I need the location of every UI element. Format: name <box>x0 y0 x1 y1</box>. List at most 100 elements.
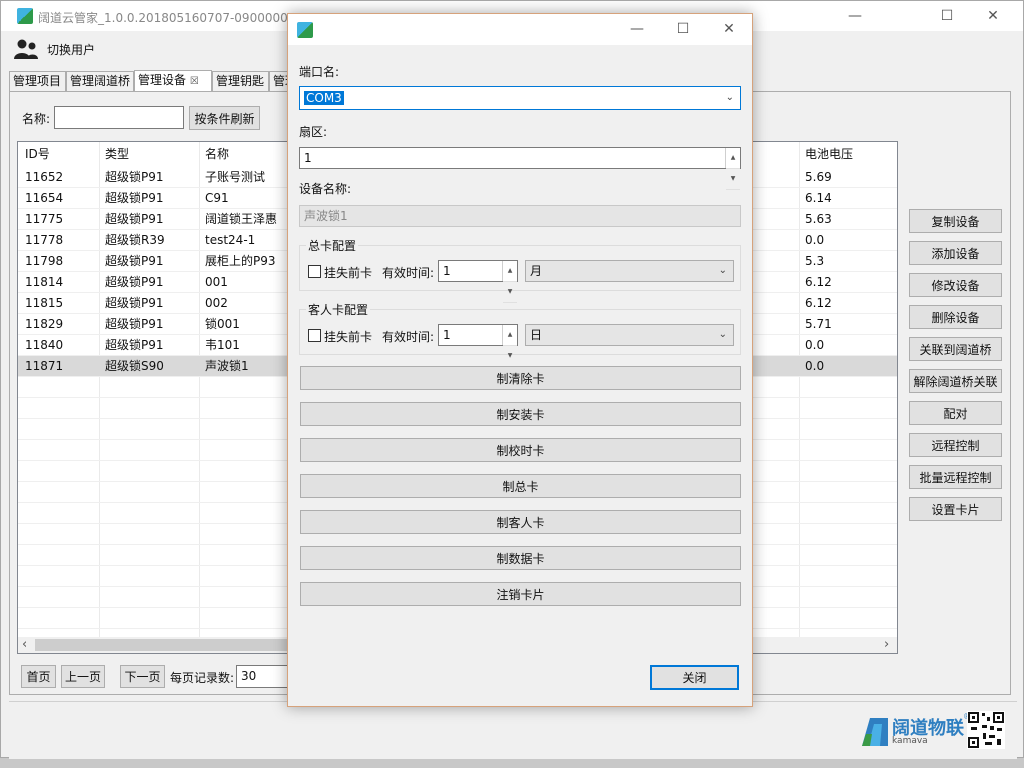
table-cell-voltage[interactable]: 5.69 <box>805 167 832 188</box>
table-cell-name[interactable]: 002 <box>205 293 228 314</box>
table-cell-type[interactable]: 超级锁P91 <box>105 251 164 272</box>
tab-manage-keys[interactable]: 管理钥匙 <box>212 71 269 92</box>
table-cell-name[interactable]: 阔道锁王泽惠 <box>205 209 277 230</box>
table-cell-id[interactable]: 11778 <box>25 230 63 251</box>
tab-manage-bridges[interactable]: 管理阔道桥 <box>66 71 134 92</box>
scroll-left-icon[interactable]: ‹ <box>22 637 27 653</box>
sector-spinner[interactable]: 1 ▲ ▼ <box>299 147 741 190</box>
scroll-right-icon[interactable]: › <box>884 637 889 653</box>
master-report-loss-checkbox[interactable] <box>308 265 321 278</box>
dialog-maximize-button[interactable]: ☐ <box>660 14 706 44</box>
side-action-button[interactable]: 删除设备 <box>909 305 1002 329</box>
maximize-button[interactable]: ☐ <box>924 1 970 31</box>
make-card-button[interactable]: 制总卡 <box>300 474 741 498</box>
table-cell-name[interactable]: C91 <box>205 188 229 209</box>
side-action-button[interactable]: 修改设备 <box>909 273 1002 297</box>
table-cell-type[interactable]: 超级锁P91 <box>105 167 164 188</box>
table-cell-voltage[interactable]: 5.63 <box>805 209 832 230</box>
column-header-voltage[interactable]: 电池电压 <box>805 144 853 165</box>
dialog-close-action-button[interactable]: 关闭 <box>650 665 739 690</box>
first-page-button[interactable]: 首页 <box>21 665 56 688</box>
make-card-button[interactable]: 制校时卡 <box>300 438 741 462</box>
spin-down-icon[interactable]: ▼ <box>503 346 517 367</box>
side-action-button[interactable]: 解除阔道桥关联 <box>909 369 1002 393</box>
side-action-button[interactable]: 关联到阔道桥 <box>909 337 1002 361</box>
table-cell-voltage[interactable]: 6.12 <box>805 293 832 314</box>
side-action-button[interactable]: 远程控制 <box>909 433 1002 457</box>
table-cell-voltage[interactable]: 5.3 <box>805 251 824 272</box>
table-cell-type[interactable]: 超级锁P91 <box>105 188 164 209</box>
name-filter-input[interactable] <box>54 106 184 129</box>
side-action-button[interactable]: 复制设备 <box>909 209 1002 233</box>
table-cell-id[interactable]: 11840 <box>25 335 63 356</box>
spin-up-icon[interactable]: ▲ <box>503 261 517 282</box>
table-cell-type[interactable]: 超级锁P91 <box>105 272 164 293</box>
prev-page-button[interactable]: 上一页 <box>61 665 105 688</box>
spin-down-icon[interactable]: ▼ <box>726 169 740 190</box>
make-card-button[interactable]: 制安装卡 <box>300 402 741 426</box>
table-cell-id[interactable]: 11815 <box>25 293 63 314</box>
table-cell-id[interactable]: 11798 <box>25 251 63 272</box>
refresh-by-filter-button[interactable]: 按条件刷新 <box>189 106 260 130</box>
make-card-button[interactable]: 制数据卡 <box>300 546 741 570</box>
make-card-button[interactable]: 注销卡片 <box>300 582 741 606</box>
table-cell-id[interactable]: 11871 <box>25 356 63 377</box>
table-cell-type[interactable]: 超级锁P91 <box>105 209 164 230</box>
table-cell-name[interactable]: 001 <box>205 272 228 293</box>
close-button[interactable]: ✕ <box>970 1 1016 31</box>
spin-up-icon[interactable]: ▲ <box>503 325 517 346</box>
guest-valid-unit-select[interactable]: 日 ⌄ <box>525 324 734 346</box>
table-cell-id[interactable]: 11829 <box>25 314 63 335</box>
table-cell-voltage[interactable]: 0.0 <box>805 230 824 251</box>
side-action-button[interactable]: 配对 <box>909 401 1002 425</box>
dialog-minimize-button[interactable]: — <box>614 14 660 44</box>
make-card-button[interactable]: 制清除卡 <box>300 366 741 390</box>
tab-manage-devices[interactable]: 管理设备 ☒ <box>134 70 212 92</box>
guest-report-loss-checkbox[interactable] <box>308 329 321 342</box>
switch-user-button[interactable]: 切换用户 <box>13 38 95 60</box>
master-valid-time-spinner[interactable]: 1 ▲ ▼ <box>438 260 518 303</box>
table-cell-type[interactable]: 超级锁R39 <box>105 230 165 251</box>
port-select[interactable]: COM3 ⌄ <box>299 86 741 110</box>
table-cell-name[interactable]: 锁001 <box>205 314 240 335</box>
tab-close-icon[interactable]: ☒ <box>190 76 199 87</box>
scroll-thumb[interactable] <box>35 639 305 651</box>
guest-valid-time-spinner[interactable]: 1 ▲ ▼ <box>438 324 518 367</box>
table-cell-voltage[interactable]: 0.0 <box>805 335 824 356</box>
column-header-type[interactable]: 类型 <box>105 144 129 165</box>
make-card-button[interactable]: 制客人卡 <box>300 510 741 534</box>
table-cell-type[interactable]: 超级锁P91 <box>105 293 164 314</box>
table-cell-id[interactable]: 11652 <box>25 167 63 188</box>
side-action-button[interactable]: 设置卡片 <box>909 497 1002 521</box>
table-cell-voltage[interactable]: 6.14 <box>805 188 832 209</box>
table-cell-name[interactable]: test24-1 <box>205 230 255 251</box>
column-header-name[interactable]: 名称 <box>205 144 229 165</box>
side-action-button[interactable]: 批量远程控制 <box>909 465 1002 489</box>
minimize-button[interactable]: — <box>832 1 878 31</box>
tab-manage-projects[interactable]: 管理项目 <box>9 71 66 92</box>
table-cell-name[interactable]: 子账号测试 <box>205 167 265 188</box>
per-page-spinner[interactable]: 30 <box>236 665 288 688</box>
master-valid-unit-select[interactable]: 月 ⌄ <box>525 260 734 282</box>
table-cell-voltage[interactable]: 6.12 <box>805 272 832 293</box>
next-page-button[interactable]: 下一页 <box>120 665 165 688</box>
table-cell-voltage[interactable]: 5.71 <box>805 314 832 335</box>
table-cell-name[interactable]: 韦101 <box>205 335 240 356</box>
spin-up-icon[interactable]: ▲ <box>726 148 740 169</box>
table-cell-type[interactable]: 超级锁S90 <box>105 356 164 377</box>
table-cell-name[interactable]: 展柜上的P93 <box>205 251 276 272</box>
table-cell-type[interactable]: 超级锁P91 <box>105 314 164 335</box>
side-action-button[interactable]: 添加设备 <box>909 241 1002 265</box>
spin-down-icon[interactable]: ▼ <box>503 282 517 303</box>
dialog-close-button[interactable]: ✕ <box>706 14 752 44</box>
table-cell-name[interactable]: 声波锁1 <box>205 356 249 377</box>
table-cell-id[interactable]: 11814 <box>25 272 63 293</box>
column-header-id[interactable]: ID号 <box>25 144 50 165</box>
table-cell-voltage[interactable]: 0.0 <box>805 356 824 377</box>
table-cell-type[interactable]: 超级锁P91 <box>105 335 164 356</box>
sector-spinner-buttons[interactable]: ▲ ▼ <box>725 148 740 190</box>
dialog-titlebar[interactable]: — ☐ ✕ <box>288 14 752 45</box>
table-cell-id[interactable]: 11654 <box>25 188 63 209</box>
guest-valid-time-spinner-buttons[interactable]: ▲ ▼ <box>502 325 517 367</box>
master-valid-time-spinner-buttons[interactable]: ▲ ▼ <box>502 261 517 303</box>
